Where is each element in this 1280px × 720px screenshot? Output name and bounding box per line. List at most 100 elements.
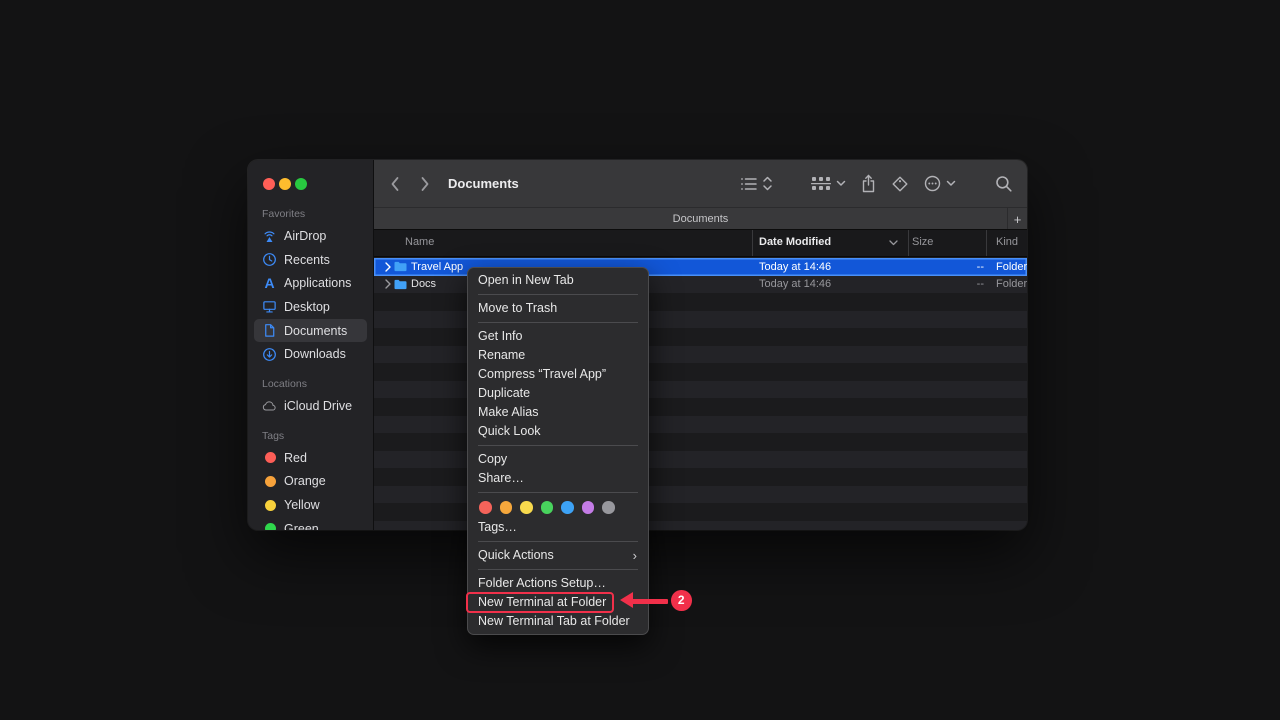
sidebar-section-label: Tags: [248, 418, 373, 446]
menu-tag-dot[interactable]: [479, 501, 492, 514]
menu-item-folder-actions-setup-[interactable]: Folder Actions Setup…: [468, 574, 648, 593]
folder-icon: [394, 258, 407, 276]
menu-separator: [478, 492, 638, 493]
minimize-button[interactable]: [279, 178, 291, 190]
column-header-kind[interactable]: Kind: [996, 236, 1018, 248]
folder-icon: [394, 276, 407, 294]
tag-dot-icon: [265, 452, 276, 463]
new-tab-button[interactable]: +: [1007, 208, 1027, 230]
menu-tag-dot[interactable]: [602, 501, 615, 514]
sidebar-item-label: Applications: [284, 276, 351, 290]
menu-tag-colors: [468, 497, 648, 518]
menu-item-make-alias[interactable]: Make Alias: [468, 403, 648, 422]
desktop-icon: [262, 299, 277, 314]
menu-item-copy[interactable]: Copy: [468, 450, 648, 469]
zoom-button[interactable]: [295, 178, 307, 190]
sidebar-item-icloud-drive[interactable]: iCloud Drive: [254, 394, 367, 418]
sidebar-section-label: Favorites: [248, 202, 373, 224]
sidebar-item-label: Orange: [284, 474, 326, 488]
sidebar-item-desktop[interactable]: Desktop: [254, 295, 367, 319]
menu-tag-dot[interactable]: [500, 501, 513, 514]
sidebar-item-orange[interactable]: Orange: [254, 470, 367, 494]
file-date-modified: Today at 14:46: [759, 276, 831, 294]
sidebar-item-applications[interactable]: A Applications: [254, 271, 367, 295]
menu-separator: [478, 445, 638, 446]
menu-separator: [478, 541, 638, 542]
menu-item-duplicate[interactable]: Duplicate: [468, 384, 648, 403]
menu-item-new-terminal-tab-at-folder[interactable]: New Terminal Tab at Folder: [468, 612, 648, 631]
icloud-icon: [262, 398, 277, 413]
menu-tag-dot[interactable]: [582, 501, 595, 514]
column-header-name[interactable]: Name: [405, 236, 434, 248]
group-chevron-icon[interactable]: [836, 160, 846, 207]
back-icon[interactable]: [388, 160, 402, 207]
tag-icon[interactable]: [891, 160, 909, 207]
menu-separator: [478, 322, 638, 323]
tag-dot: [262, 474, 277, 489]
column-header-size[interactable]: Size: [912, 236, 933, 248]
sidebar-item-documents[interactable]: Documents: [254, 319, 367, 343]
applications-icon: A: [262, 276, 277, 291]
sidebar-item-label: Green: [284, 522, 319, 530]
menu-tag-dot[interactable]: [561, 501, 574, 514]
menu-item-quick-look[interactable]: Quick Look: [468, 422, 648, 441]
group-icon[interactable]: [811, 160, 831, 207]
downloads-icon: [262, 347, 277, 362]
annotation-step-badge: 2: [671, 590, 692, 611]
menu-item-move-to-trash[interactable]: Move to Trash: [468, 299, 648, 318]
sidebar-item-recents[interactable]: Recents: [254, 248, 367, 272]
window-title: Documents: [448, 160, 519, 207]
menu-separator: [478, 569, 638, 570]
menu-item-compress-travel-app-[interactable]: Compress “Travel App”: [468, 365, 648, 384]
tag-dot: [262, 498, 277, 513]
tag-dot: [262, 521, 277, 530]
menu-tag-dot[interactable]: [541, 501, 554, 514]
toolbar: Documents: [374, 160, 1027, 207]
menu-separator: [478, 294, 638, 295]
disclosure-chevron-icon[interactable]: [385, 258, 391, 276]
airdrop-icon: [262, 228, 277, 243]
tag-dot-icon: [265, 523, 276, 530]
file-name: Docs: [411, 276, 436, 294]
tab-bar: Documents +: [374, 207, 1027, 229]
column-divider: [752, 230, 753, 256]
tab-documents[interactable]: Documents: [673, 213, 729, 225]
forward-icon[interactable]: [418, 160, 432, 207]
column-header: Name Date Modified Size Kind: [374, 229, 1027, 257]
documents-icon: [262, 323, 277, 338]
sidebar-item-label: Yellow: [284, 498, 320, 512]
tag-dot-icon: [265, 500, 276, 511]
sidebar-item-label: Downloads: [284, 347, 346, 361]
list-view-icon[interactable]: [740, 160, 758, 207]
more-chevron-icon[interactable]: [946, 160, 956, 207]
sort-chevron-icon: [889, 240, 898, 246]
menu-item-get-info[interactable]: Get Info: [468, 327, 648, 346]
menu-tag-dot[interactable]: [520, 501, 533, 514]
menu-item-open-in-new-tab[interactable]: Open in New Tab: [468, 271, 648, 290]
sidebar-item-label: Desktop: [284, 300, 330, 314]
recents-icon: [262, 252, 277, 267]
menu-item-tags-[interactable]: Tags…: [468, 518, 648, 537]
sidebar-item-red[interactable]: Red: [254, 446, 367, 470]
view-arrows-icon[interactable]: [762, 160, 773, 207]
file-size: --: [929, 258, 984, 276]
sidebar-item-downloads[interactable]: Downloads: [254, 342, 367, 366]
sidebar-item-green[interactable]: Green: [254, 517, 367, 530]
menu-item-quick-actions[interactable]: Quick Actions›: [468, 546, 648, 565]
sidebar-item-airdrop[interactable]: AirDrop: [254, 224, 367, 248]
column-header-date-modified[interactable]: Date Modified: [759, 236, 831, 248]
sidebar-item-label: Documents: [284, 324, 347, 338]
disclosure-chevron-icon[interactable]: [385, 276, 391, 294]
sidebar-item-yellow[interactable]: Yellow: [254, 493, 367, 517]
more-icon[interactable]: [924, 160, 941, 207]
menu-item-rename[interactable]: Rename: [468, 346, 648, 365]
close-button[interactable]: [263, 178, 275, 190]
column-divider: [986, 230, 987, 256]
file-date-modified: Today at 14:46: [759, 258, 831, 276]
share-icon[interactable]: [861, 160, 876, 207]
menu-item-share-[interactable]: Share…: [468, 469, 648, 488]
traffic-lights: [263, 178, 307, 190]
submenu-chevron-icon: ›: [633, 546, 637, 565]
search-icon[interactable]: [995, 160, 1013, 207]
tag-dot-icon: [265, 476, 276, 487]
